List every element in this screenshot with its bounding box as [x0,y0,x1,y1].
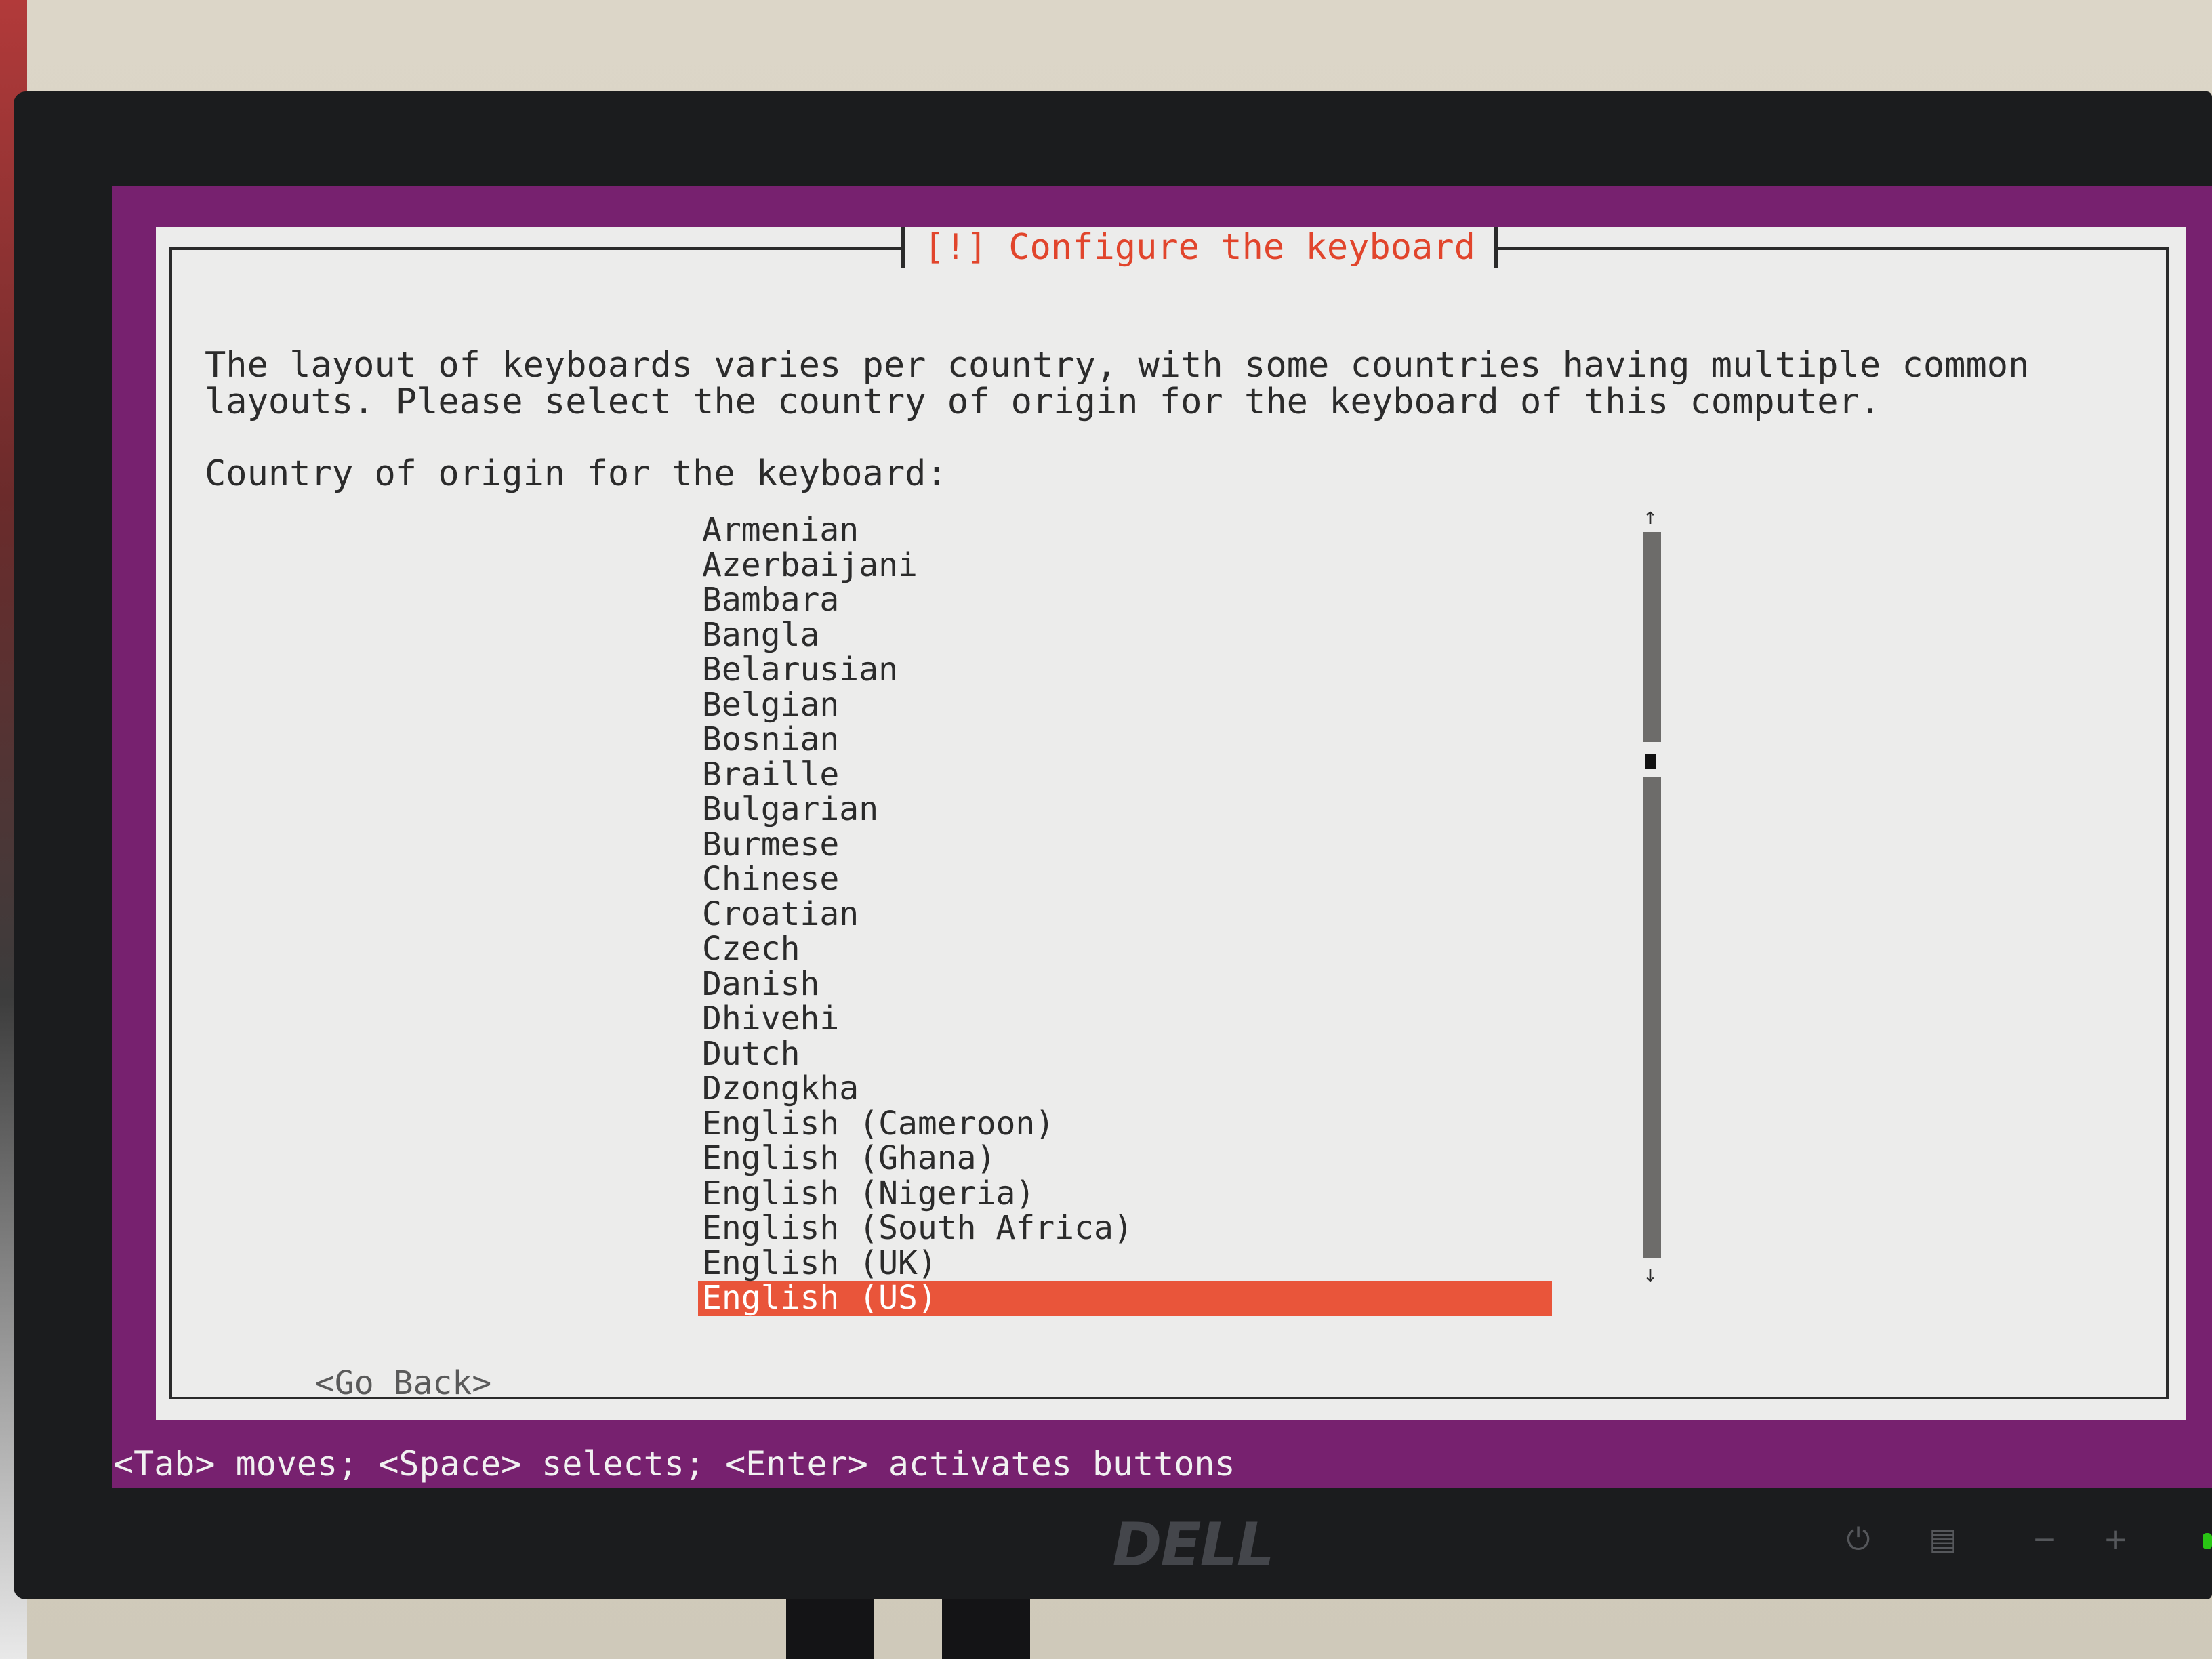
list-item[interactable]: Belarusian [698,652,1552,688]
list-item[interactable]: Bambara [698,582,1552,618]
list-item[interactable]: Bulgarian [698,792,1552,827]
list-item[interactable]: Braille [698,757,1552,793]
scrollbar-thumb[interactable] [1645,754,1656,769]
go-back-button[interactable]: <Go Back> [315,1366,491,1401]
monitor-minus-icon[interactable]: − [2030,1525,2060,1555]
list-item[interactable]: Belgian [698,687,1552,723]
monitor-power-icon[interactable]: ⏻ [1843,1525,1873,1555]
list-item[interactable]: Armenian [698,512,1552,548]
scroll-down-arrow-icon[interactable]: ↓ [1640,1263,1660,1286]
list-item[interactable]: Burmese [698,827,1552,863]
prompt-label: Country of origin for the keyboard: [205,453,947,494]
list-item[interactable]: Bangla [698,617,1552,653]
scrollbar-track-upper[interactable] [1643,532,1661,742]
monitor-stand-left [786,1599,874,1659]
monitor-brand-logo: DELL [1112,1510,1274,1580]
keyboard-dialog: [!] Configure the keyboard The layout of… [156,227,2186,1420]
monitor-menu-icon[interactable]: ▤ [1928,1525,1958,1555]
list-item[interactable]: Dhivehi [698,1001,1552,1037]
list-item[interactable]: English (Ghana) [698,1141,1552,1176]
list-item[interactable]: Czech [698,931,1552,967]
description-line-2: layouts. Please select the country of or… [205,382,1881,422]
installer-screen: [!] Configure the keyboard The layout of… [112,186,2212,1488]
list-item[interactable]: Bosnian [698,722,1552,758]
list-item[interactable]: Chinese [698,861,1552,897]
scrollbar-track-lower[interactable] [1643,777,1661,1258]
country-list[interactable]: Armenian Azerbaijani Bambara Bangla Bela… [698,512,1552,1316]
list-item-selected[interactable]: English (US) [698,1280,1552,1316]
list-item[interactable]: English (UK) [698,1246,1552,1282]
list-item[interactable]: Dutch [698,1036,1552,1072]
description-line-1: The layout of keyboards varies per count… [205,345,2030,386]
dialog-title: [!] Configure the keyboard [901,227,1498,268]
power-led [2203,1533,2212,1549]
list-item[interactable]: English (South Africa) [698,1210,1552,1246]
list-item[interactable]: Danish [698,966,1552,1002]
list-item[interactable]: Dzongkha [698,1071,1552,1107]
list-item[interactable]: English (Cameroon) [698,1106,1552,1142]
monitor-stand-right [942,1599,1030,1659]
status-bar: <Tab> moves; <Space> selects; <Enter> ac… [113,1444,1235,1483]
list-item[interactable]: Azerbaijani [698,548,1552,583]
monitor-plus-icon[interactable]: + [2101,1525,2131,1555]
list-item[interactable]: English (Nigeria) [698,1176,1552,1212]
scroll-up-arrow-icon[interactable]: ↑ [1640,505,1660,528]
list-item[interactable]: Croatian [698,897,1552,933]
